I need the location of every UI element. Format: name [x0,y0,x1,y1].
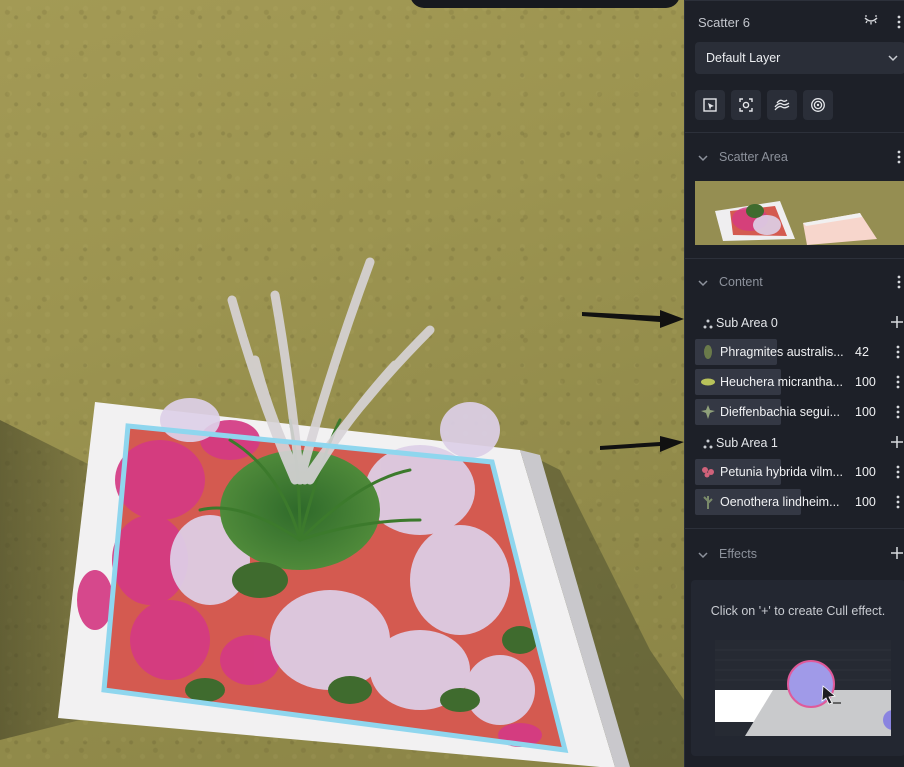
chevron-down-icon [888,55,898,62]
plant-thumbnail-icon [704,345,712,359]
scatter-area-preview[interactable] [695,181,904,245]
select-area-icon [703,98,717,112]
chevron-down-icon [698,552,708,558]
cull-effect-illustration [715,640,891,736]
plant-row[interactable]: Phragmites australis... 42 [695,339,900,365]
terrain-icon [774,99,790,111]
scatter-points-icon [703,319,713,329]
effects-hint-text: Click on '+' to create Cull effect. [710,604,886,618]
plant-thumbnail-icon [702,467,714,478]
plant-row[interactable]: Oenothera lindheim... 100 [695,489,900,515]
plant-name: Petunia hybrida vilm... [720,465,843,479]
arrow-sub-area-1 [600,436,684,452]
chevron-down-icon [698,155,708,161]
sub-area-0[interactable]: Sub Area 0 [703,316,778,330]
plant-thumbnail-icon [703,496,713,509]
scene-render [0,257,684,767]
plant-more-icon[interactable] [895,465,901,479]
scatter-more-icon[interactable] [896,15,902,29]
add-effect-icon[interactable] [890,546,904,560]
section-scatter-area-label: Scatter Area [719,150,788,164]
plant-count: 100 [855,495,876,509]
sub-area-1-label: Sub Area 1 [716,436,778,450]
terrain-button[interactable] [767,90,797,120]
cull-illustration-image [715,640,891,736]
effects-empty-state: Click on '+' to create Cull effect. [691,580,904,756]
scatter-properties-panel: Scatter 6 Default Layer Scatter Area Con… [684,0,904,767]
plant-more-icon[interactable] [895,345,901,359]
target-icon [811,98,825,112]
plant-count: 100 [855,405,876,419]
section-content[interactable]: Content [697,275,763,289]
sub-area-1[interactable]: Sub Area 1 [703,436,778,450]
scatter-points-icon [703,439,713,449]
plant-count: 42 [855,345,869,359]
plant-name: Dieffenbachia segui... [720,405,840,419]
preview-image [695,181,904,245]
arrow-sub-area-0 [582,310,684,328]
focus-frame-button[interactable] [731,90,761,120]
plant-name: Heuchera micrantha... [720,375,843,389]
plant-row[interactable]: Dieffenbachia segui... 100 [695,399,900,425]
layer-dropdown-value: Default Layer [706,51,781,65]
chevron-down-icon [698,280,708,286]
plant-count: 100 [855,465,876,479]
hide-eye-icon[interactable] [862,12,880,30]
layer-dropdown[interactable]: Default Layer [695,42,904,74]
focus-frame-icon [739,98,753,112]
section-effects-label: Effects [719,547,757,561]
add-to-sub-area-1-icon[interactable] [890,435,904,449]
plant-more-icon[interactable] [895,375,901,389]
select-area-button[interactable] [695,90,725,120]
plant-thumbnail-icon [701,405,715,419]
scatter-title: Scatter 6 [698,15,751,30]
viewport-3d[interactable] [0,0,684,767]
plant-count: 100 [855,375,876,389]
sub-area-0-label: Sub Area 0 [716,316,778,330]
plant-name: Phragmites australis... [720,345,844,359]
target-button[interactable] [803,90,833,120]
section-content-label: Content [719,275,763,289]
plant-row[interactable]: Heuchera micrantha... 100 [695,369,900,395]
plant-more-icon[interactable] [895,405,901,419]
plant-more-icon[interactable] [895,495,901,509]
plant-row[interactable]: Petunia hybrida vilm... 100 [695,459,900,485]
add-to-sub-area-0-icon[interactable] [890,315,904,329]
section-scatter-area[interactable]: Scatter Area [697,150,788,164]
plant-name: Oenothera lindheim... [720,495,840,509]
plant-thumbnail-icon [701,378,715,386]
scatter-area-more-icon[interactable] [896,150,902,164]
content-more-icon[interactable] [896,275,902,289]
section-effects[interactable]: Effects [697,547,757,561]
